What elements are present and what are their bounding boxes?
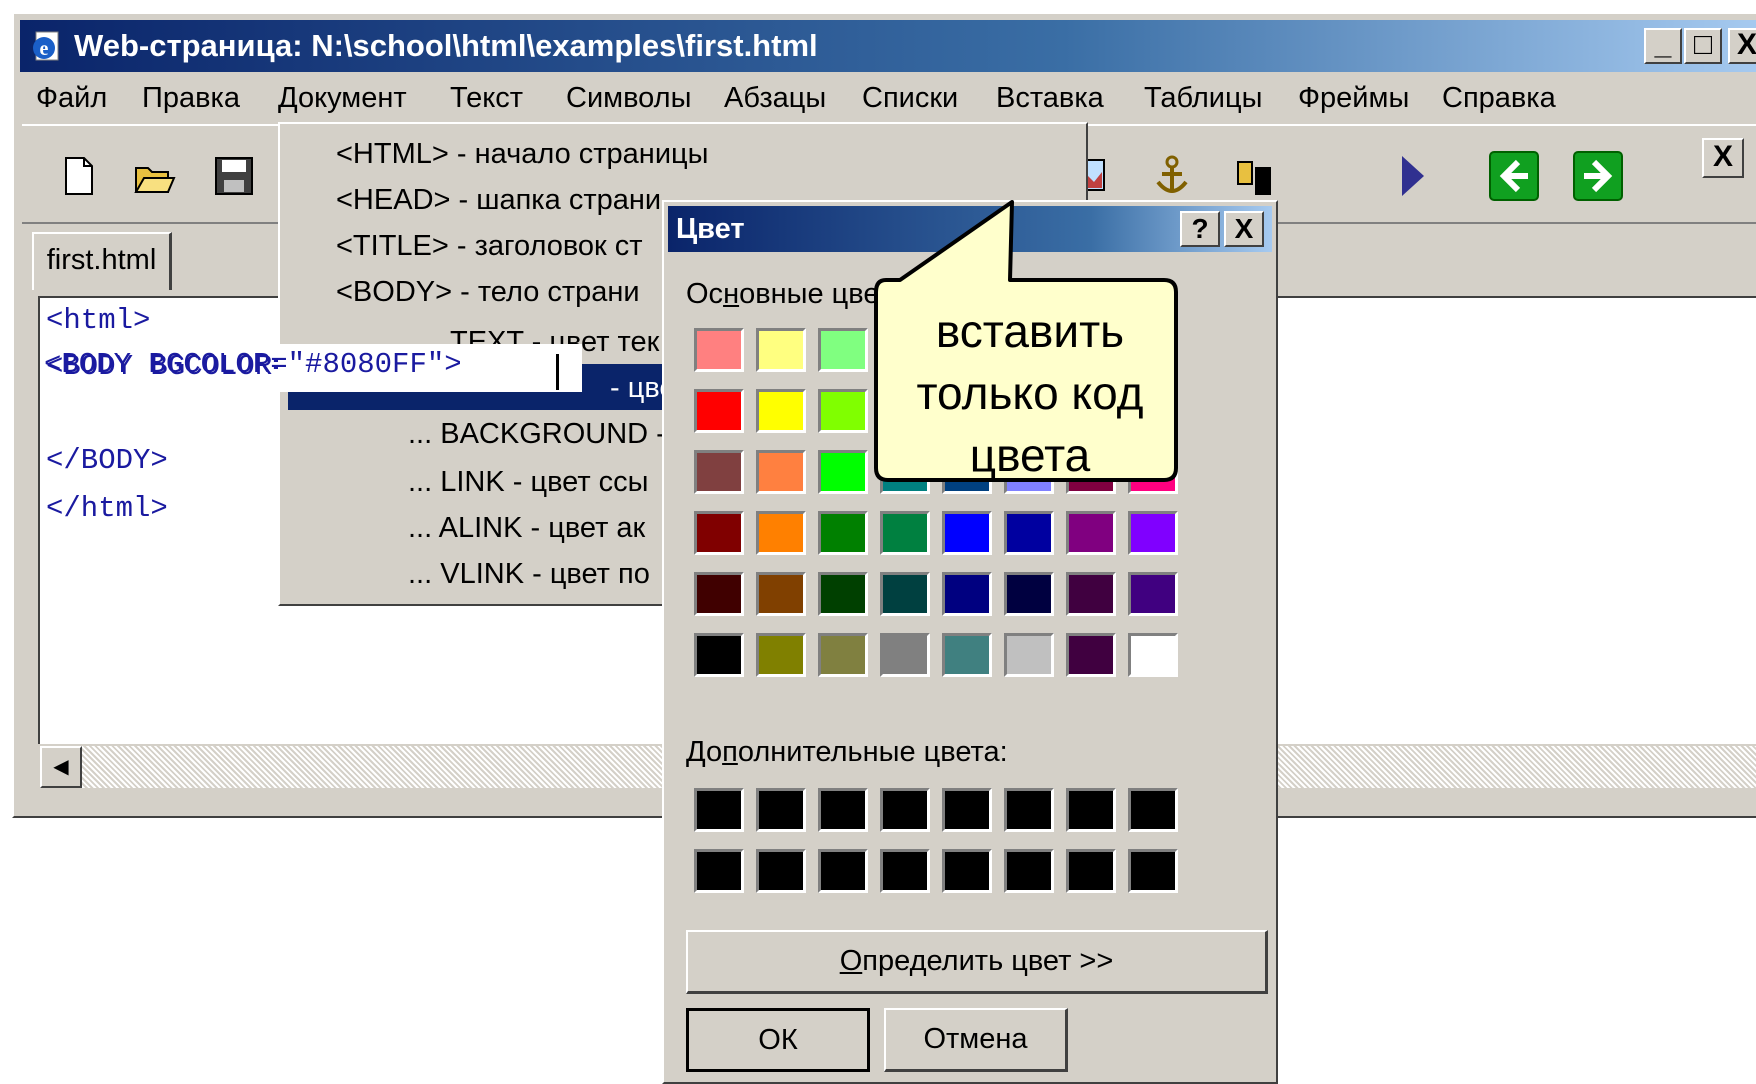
- callout-line-2: только код: [916, 367, 1144, 419]
- menu-item-head[interactable]: <HEAD> - шапка страни: [336, 178, 661, 222]
- basic-color-swatch[interactable]: [756, 328, 806, 372]
- basic-color-swatch[interactable]: [1128, 572, 1178, 616]
- basic-color-swatch[interactable]: [756, 572, 806, 616]
- title-bar[interactable]: e Web-страница: N:\school\html\examples\…: [20, 20, 1756, 72]
- basic-color-swatch[interactable]: [818, 572, 868, 616]
- menu-document[interactable]: Документ: [278, 76, 407, 120]
- dialog-title: Цвет: [676, 213, 745, 245]
- basic-color-swatch[interactable]: [818, 633, 868, 677]
- basic-color-swatch[interactable]: [694, 389, 744, 433]
- scroll-left-arrow-icon[interactable]: ◀: [40, 746, 82, 788]
- ie-page-icon: e: [33, 31, 59, 61]
- minimize-button[interactable]: _: [1644, 28, 1682, 64]
- svg-text:e: e: [40, 38, 49, 60]
- custom-colors-label: Дополнительные цвета:: [686, 736, 1008, 768]
- custom-color-swatch[interactable]: [1128, 788, 1178, 832]
- custom-color-swatch[interactable]: [818, 849, 868, 893]
- basic-color-swatch[interactable]: [1004, 572, 1054, 616]
- close-document-button[interactable]: X: [1702, 138, 1744, 178]
- basic-color-swatch[interactable]: [942, 572, 992, 616]
- code-line-2-overlay: <BODY BGCOLOR="#8080FF">: [44, 348, 462, 381]
- custom-color-swatch[interactable]: [942, 849, 992, 893]
- custom-color-swatch[interactable]: [880, 849, 930, 893]
- menu-item-link[interactable]: ... LINK - цвет ссы: [408, 460, 649, 504]
- define-color-button[interactable]: Определить цвет >>: [686, 930, 1268, 994]
- forward-arrow-icon[interactable]: [1572, 150, 1624, 202]
- basic-color-swatch[interactable]: [694, 328, 744, 372]
- basic-color-swatch[interactable]: [694, 633, 744, 677]
- window-title: Web-страница: N:\school\html\examples\fi…: [74, 28, 818, 63]
- menu-edit[interactable]: Правка: [142, 76, 240, 120]
- text-cursor: [556, 354, 559, 390]
- basic-color-swatch[interactable]: [1066, 633, 1116, 677]
- basic-color-swatch[interactable]: [880, 572, 930, 616]
- menu-paragraphs[interactable]: Абзацы: [724, 76, 826, 120]
- tab-first-html[interactable]: first.html: [32, 232, 172, 290]
- menu-item-vlink[interactable]: ... VLINK - цвет по: [408, 552, 650, 596]
- custom-color-swatch[interactable]: [942, 788, 992, 832]
- custom-color-swatch[interactable]: [756, 788, 806, 832]
- basic-color-swatch[interactable]: [694, 450, 744, 494]
- basic-color-swatch[interactable]: [1128, 633, 1178, 677]
- custom-color-swatch[interactable]: [1066, 788, 1116, 832]
- basic-color-swatch[interactable]: [756, 389, 806, 433]
- menu-insert[interactable]: Вставка: [996, 76, 1104, 120]
- close-button[interactable]: X: [1728, 28, 1756, 64]
- basic-color-swatch[interactable]: [880, 633, 930, 677]
- menu-frames[interactable]: Фреймы: [1298, 76, 1409, 120]
- code-line-1: <html>: [46, 304, 151, 337]
- basic-color-swatch[interactable]: [1066, 572, 1116, 616]
- basic-color-swatch[interactable]: [756, 633, 806, 677]
- new-document-icon[interactable]: [56, 154, 100, 198]
- custom-color-swatch[interactable]: [818, 788, 868, 832]
- menu-lists[interactable]: Списки: [862, 76, 958, 120]
- code-line-4: </BODY>: [46, 444, 168, 477]
- callout-text: вставить только код цвета: [870, 300, 1190, 486]
- custom-color-swatch[interactable]: [694, 788, 744, 832]
- menu-file[interactable]: Файл: [36, 76, 107, 120]
- basic-color-swatch[interactable]: [756, 450, 806, 494]
- basic-color-swatch[interactable]: [694, 572, 744, 616]
- basic-color-swatch[interactable]: [1004, 633, 1054, 677]
- menu-help[interactable]: Справка: [1442, 76, 1556, 120]
- maximize-button[interactable]: □: [1684, 28, 1722, 64]
- anchor-icon[interactable]: [1150, 154, 1194, 198]
- basic-color-swatch[interactable]: [756, 511, 806, 555]
- menu-bar: Файл Правка Документ Текст Символы Абзац…: [20, 76, 1756, 120]
- callout-line-3: цвета: [969, 429, 1091, 481]
- basic-color-swatch[interactable]: [942, 633, 992, 677]
- menu-item-alink[interactable]: ... ALINK - цвет ак: [408, 506, 645, 550]
- dialog-close-button[interactable]: X: [1224, 211, 1264, 247]
- custom-color-swatch[interactable]: [694, 849, 744, 893]
- ok-button[interactable]: ОК: [686, 1008, 870, 1072]
- menu-item-background[interactable]: ... BACKGROUND -: [408, 412, 666, 456]
- custom-color-swatch[interactable]: [1066, 849, 1116, 893]
- menu-tables[interactable]: Таблицы: [1144, 76, 1262, 120]
- cancel-button[interactable]: Отмена: [884, 1008, 1068, 1072]
- basic-color-swatch[interactable]: [694, 511, 744, 555]
- preview-play-icon[interactable]: [1390, 154, 1434, 198]
- save-disk-icon[interactable]: [212, 154, 256, 198]
- custom-color-swatch[interactable]: [756, 849, 806, 893]
- menu-item-title[interactable]: <TITLE> - заголовок ст: [336, 224, 643, 268]
- custom-color-swatch[interactable]: [1128, 849, 1178, 893]
- menu-symbols[interactable]: Символы: [566, 76, 691, 120]
- custom-color-swatch[interactable]: [1004, 849, 1054, 893]
- back-arrow-icon[interactable]: [1488, 150, 1540, 202]
- callout-line-1: вставить: [935, 305, 1125, 357]
- code-line-5: </html>: [46, 492, 168, 525]
- custom-color-swatch[interactable]: [1004, 788, 1054, 832]
- binoculars-icon[interactable]: [1232, 154, 1276, 198]
- menu-item-body[interactable]: <BODY> - тело страни: [336, 270, 640, 314]
- menu-text[interactable]: Текст: [450, 76, 523, 120]
- custom-color-swatch[interactable]: [880, 788, 930, 832]
- open-folder-icon[interactable]: [132, 154, 176, 198]
- menu-item-html[interactable]: <HTML> - начало страницы: [336, 132, 708, 176]
